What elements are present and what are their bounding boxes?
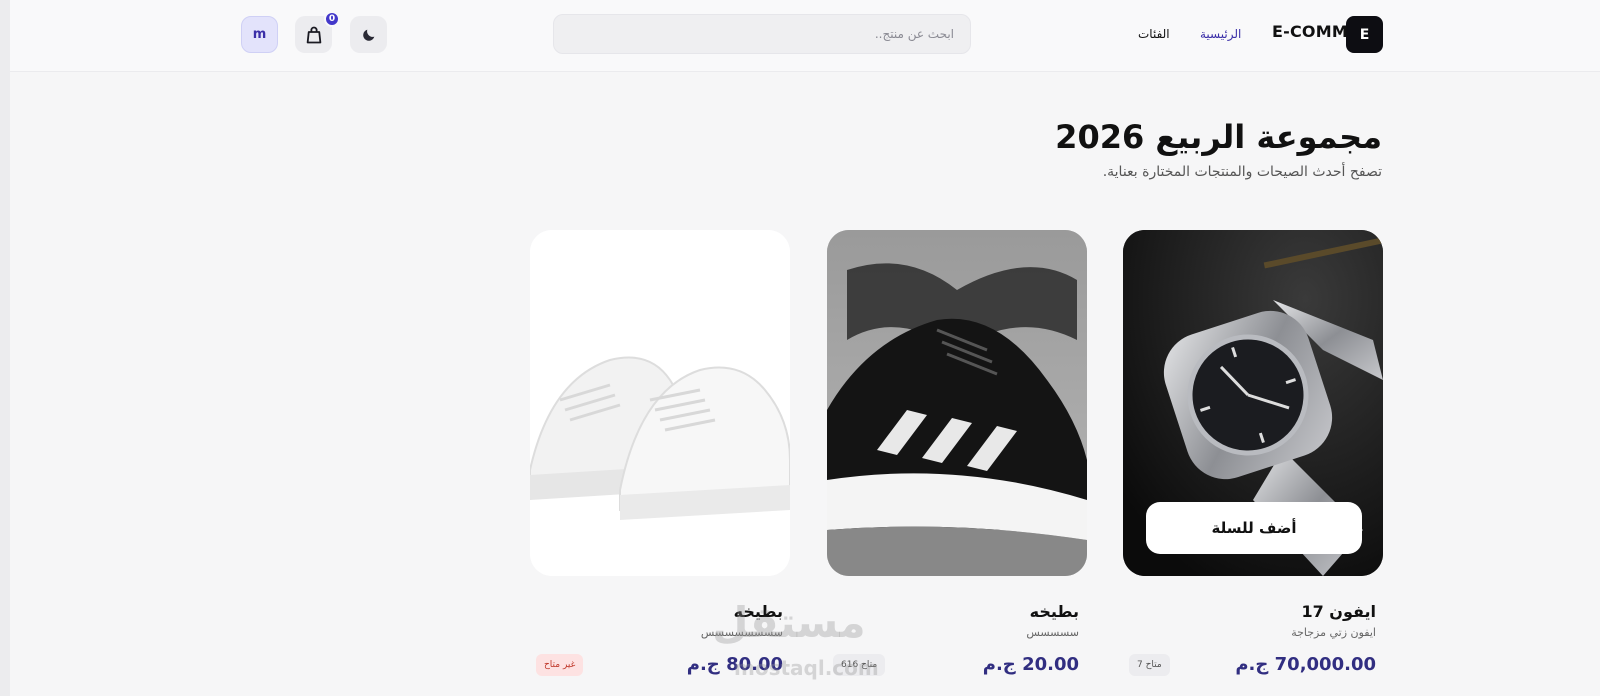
shopping-bag-icon (306, 26, 321, 43)
stock-badge: متاح 616 (833, 654, 886, 676)
search-input[interactable] (553, 14, 971, 54)
product-price: 20.00 ج.م (982, 654, 1079, 675)
product-image-black-sneaker[interactable] (827, 230, 1087, 576)
nav-link-categories[interactable]: الفئات (1138, 27, 1170, 41)
product-image-white-sneakers[interactable] (530, 230, 790, 576)
stock-badge: متاح 7 (1129, 654, 1170, 676)
moon-icon (362, 29, 374, 41)
page-subtitle: تصفح أحدث الصيحات والمنتجات المختارة بعن… (1102, 164, 1382, 180)
product-name[interactable]: بطيخه (1030, 602, 1079, 621)
product-description: سسسسس (1026, 626, 1079, 639)
product-price: 70,000.00 ج.م (1235, 654, 1376, 675)
product-description: ايفون زتي مزجاجة (1291, 626, 1376, 639)
window-edge (0, 0, 10, 696)
user-avatar-button[interactable]: m (241, 16, 278, 53)
product-price: 80.00 ج.م (686, 654, 783, 675)
stock-badge-out: غير متاح (536, 654, 584, 676)
brand-name[interactable]: E-COMM (1272, 22, 1348, 41)
product-name[interactable]: بطيخه (734, 602, 783, 621)
logo-mark[interactable]: E (1346, 16, 1383, 53)
top-header: E E-COMM الرئيسية الفئات 0 m (10, 0, 1600, 72)
add-to-cart-button[interactable]: أضف للسلة (1146, 502, 1362, 554)
theme-toggle-button[interactable] (350, 16, 387, 53)
product-name[interactable]: ايفون 17 (1301, 602, 1376, 621)
nav-link-home[interactable]: الرئيسية (1200, 27, 1241, 41)
cart-count-badge: 0 (324, 11, 340, 27)
product-description: سسسسسسسس (700, 626, 783, 639)
page-title: مجموعة الربيع 2026 (1055, 118, 1382, 156)
